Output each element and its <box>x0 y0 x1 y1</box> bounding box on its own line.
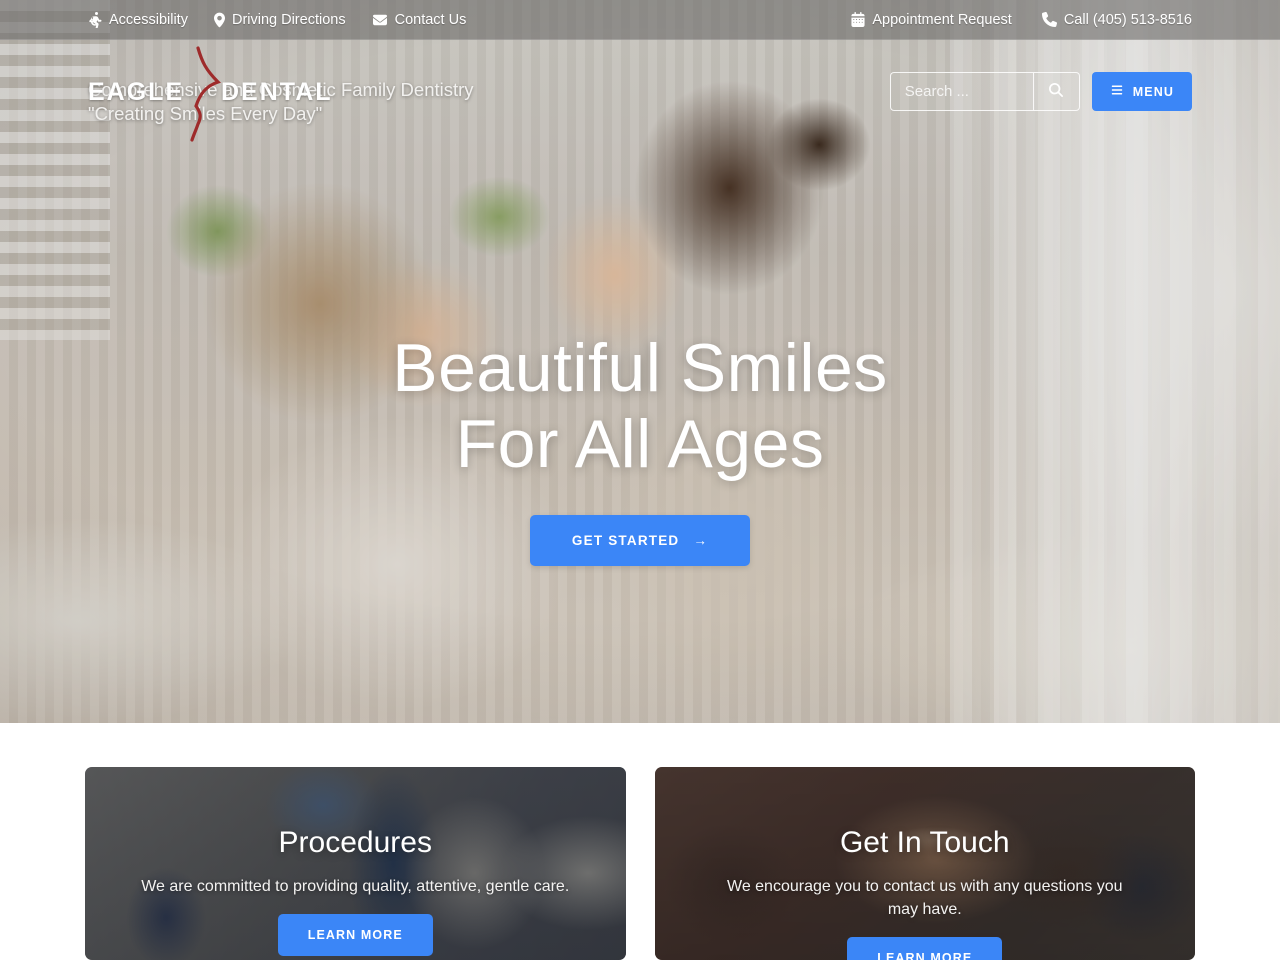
logo-word-eagle: EAGLE <box>88 78 185 106</box>
feature-card-procedures[interactable]: Procedures We are committed to providing… <box>85 767 626 960</box>
header-tools: MENU <box>889 72 1192 111</box>
topbar-link-label: Call (405) 513-8516 <box>1063 11 1192 28</box>
topbar-link-appointment-request[interactable]: Appointment Request <box>851 11 1012 28</box>
get-in-touch-card-title: Get In Touch <box>839 826 1010 859</box>
get-in-touch-learn-more-button[interactable]: LEARN MORE <box>847 937 1003 960</box>
calendar-icon <box>851 12 865 27</box>
utility-top-bar: Accessibility Driving Directions Contact… <box>0 0 1280 40</box>
eagle-swoosh-icon <box>176 46 222 147</box>
envelope-icon <box>372 13 388 27</box>
topbar-link-driving-directions[interactable]: Driving Directions <box>213 11 346 28</box>
hero-headline-line-2: For All Ages <box>455 406 825 482</box>
topbar-link-label: Contact Us <box>394 11 467 28</box>
search-input[interactable] <box>890 73 1033 110</box>
get-in-touch-card-body: Get In Touch We encourage you to contact… <box>655 825 1196 960</box>
topbar-left-group: Accessibility Driving Directions Contact… <box>88 12 492 28</box>
hero-headline-line-1: Beautiful Smiles <box>392 330 888 406</box>
hero-content: Beautiful Smiles For All Ages GET STARTE… <box>0 330 1280 566</box>
menu-toggle-button[interactable]: MENU <box>1091 72 1192 111</box>
procedures-card-body: Procedures We are committed to providing… <box>85 825 626 956</box>
topbar-link-label: Appointment Request <box>872 11 1012 28</box>
feature-cards-row: Procedures We are committed to providing… <box>0 767 1280 960</box>
topbar-link-call-phone[interactable]: Call (405) 513-8516 <box>1041 11 1192 28</box>
topbar-link-label: Accessibility <box>109 11 188 28</box>
search-box <box>889 72 1080 111</box>
search-submit-button[interactable] <box>1032 73 1079 110</box>
brand-block: EAGLE DENTAL Comprehensive and Cosmetic … <box>88 46 474 142</box>
hero-headline: Beautiful Smiles For All Ages <box>0 330 1280 482</box>
feature-card-get-in-touch[interactable]: Get In Touch We encourage you to contact… <box>654 767 1196 960</box>
search-icon <box>1049 83 1064 100</box>
hamburger-icon <box>1110 84 1124 99</box>
site-header: EAGLE DENTAL Comprehensive and Cosmetic … <box>0 40 1280 142</box>
get-in-touch-card-description: We encourage you to contact us with any … <box>727 878 1123 918</box>
topbar-right-group: Appointment Request Call (405) 513-8516 <box>821 12 1192 28</box>
arrow-right-icon: → <box>693 533 709 548</box>
map-marker-icon <box>213 12 225 28</box>
procedures-card-title: Procedures <box>278 826 432 859</box>
topbar-link-accessibility[interactable]: Accessibility <box>88 12 188 28</box>
logo-word-dental: DENTAL <box>221 78 333 106</box>
topbar-link-contact-us[interactable]: Contact Us <box>372 11 467 28</box>
phone-icon <box>1041 12 1057 27</box>
wheelchair-icon <box>88 11 102 28</box>
procedures-card-description: We are committed to providing quality, a… <box>141 878 570 895</box>
topbar-link-label: Driving Directions <box>231 11 346 28</box>
get-started-label: GET STARTED <box>571 533 680 548</box>
procedures-learn-more-button[interactable]: LEARN MORE <box>277 914 433 956</box>
menu-button-label: MENU <box>1132 84 1174 99</box>
get-started-button[interactable]: GET STARTED → <box>529 515 751 566</box>
hero-section: Accessibility Driving Directions Contact… <box>0 0 1280 723</box>
